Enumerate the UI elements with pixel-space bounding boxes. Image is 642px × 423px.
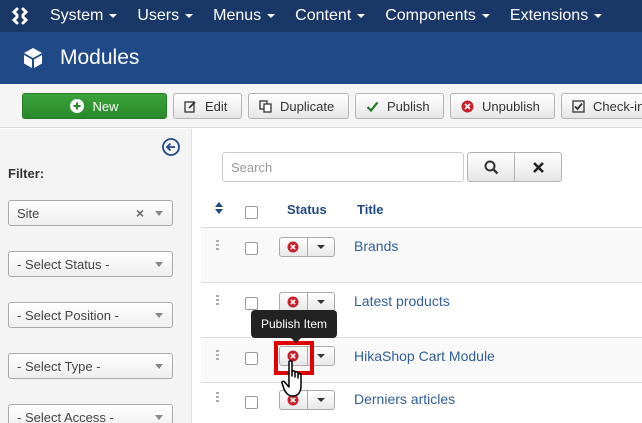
chevron-down-icon: [155, 313, 163, 318]
check-icon: [366, 100, 379, 113]
module-title-link[interactable]: Derniers articles: [354, 391, 455, 407]
new-button[interactable]: New: [22, 93, 167, 119]
menu-menus[interactable]: Menus: [203, 0, 285, 32]
module-title-link[interactable]: HikaShop Cart Module: [354, 348, 495, 364]
unpublished-icon: [287, 296, 299, 308]
caret-down-icon: [185, 14, 194, 18]
clear-icon[interactable]: ×: [136, 205, 144, 221]
edit-icon: [184, 100, 197, 113]
caret-down-icon: [316, 300, 325, 304]
select-all-checkbox[interactable]: [245, 206, 258, 219]
drag-handle-icon[interactable]: [216, 350, 220, 360]
filter-type-select[interactable]: - Select Type -: [8, 353, 173, 379]
copy-icon: [259, 99, 272, 113]
top-navbar: System Users Menus Content Components Ex…: [0, 0, 642, 32]
drag-handle-icon[interactable]: [216, 240, 220, 250]
module-title-link[interactable]: Brands: [354, 238, 398, 254]
search-button[interactable]: [467, 152, 515, 182]
filter-access-select[interactable]: - Select Access -: [8, 404, 173, 423]
menu-system[interactable]: System: [40, 0, 127, 32]
filter-site-select[interactable]: Site ×: [8, 200, 173, 226]
status-toggle[interactable]: [279, 292, 335, 312]
filter-label: Filter:: [8, 166, 45, 181]
status-dropdown-button[interactable]: [308, 391, 335, 409]
row-checkbox[interactable]: [245, 242, 258, 255]
chevron-down-icon: [155, 364, 163, 369]
menu-components[interactable]: Components: [375, 0, 500, 32]
publish-button[interactable]: Publish: [355, 93, 444, 119]
checkin-button[interactable]: Check-in: [561, 93, 642, 119]
drag-handle-icon[interactable]: [216, 392, 220, 402]
page-header: Modules: [0, 32, 642, 84]
status-dropdown-button[interactable]: [308, 293, 335, 311]
sort-icon[interactable]: [215, 202, 223, 214]
module-title-link[interactable]: Latest products: [354, 293, 450, 309]
row-checkbox[interactable]: [245, 352, 258, 365]
menu-extensions[interactable]: Extensions: [500, 0, 612, 32]
status-column-header[interactable]: Status: [287, 202, 327, 217]
search-input[interactable]: [222, 152, 464, 182]
filter-status-select[interactable]: - Select Status -: [8, 251, 173, 277]
status-toggle[interactable]: [279, 237, 335, 257]
caret-down-icon: [594, 14, 603, 18]
duplicate-button[interactable]: Duplicate: [248, 93, 349, 119]
table-row: [201, 227, 642, 282]
caret-down-icon: [316, 245, 325, 249]
publish-tooltip: Publish Item: [251, 310, 337, 343]
chevron-down-icon: [155, 415, 163, 420]
caret-down-icon: [267, 14, 276, 18]
hand-pointer-icon: [281, 360, 302, 397]
unpublish-circle-icon: [461, 100, 474, 113]
row-checkbox[interactable]: [245, 396, 258, 409]
caret-down-icon: [357, 14, 366, 18]
drag-handle-icon[interactable]: [216, 295, 220, 305]
sidebar-collapse-icon[interactable]: [161, 137, 181, 157]
title-column-header[interactable]: Title: [357, 202, 384, 217]
caret-down-icon: [481, 14, 490, 18]
caret-down-icon: [316, 398, 325, 402]
menu-users[interactable]: Users: [127, 0, 203, 32]
chevron-down-icon: [155, 211, 163, 216]
clear-search-button[interactable]: [514, 152, 562, 182]
filter-position-select[interactable]: - Select Position -: [8, 302, 173, 328]
chevron-down-icon: [155, 262, 163, 267]
unpublish-button[interactable]: Unpublish: [450, 93, 555, 119]
search-icon: [484, 160, 498, 174]
caret-down-icon: [316, 354, 325, 358]
toolbar: New Edit Duplicate Publish Unpublish Che…: [0, 84, 642, 128]
page-title: Modules: [60, 46, 140, 69]
plus-circle-icon: [70, 99, 85, 113]
unpublished-icon: [287, 241, 299, 253]
status-dropdown-button[interactable]: [308, 238, 335, 256]
menu-content[interactable]: Content: [285, 0, 375, 32]
edit-button[interactable]: Edit: [173, 93, 242, 119]
checkbox-checked-icon: [572, 99, 585, 113]
unpublished-status-button[interactable]: [280, 293, 308, 311]
close-icon: [532, 161, 544, 173]
row-checkbox[interactable]: [245, 297, 258, 310]
unpublished-status-button[interactable]: [280, 238, 308, 256]
joomla-logo-icon[interactable]: [0, 0, 40, 32]
caret-down-icon: [109, 14, 118, 18]
cube-icon: [24, 48, 42, 68]
